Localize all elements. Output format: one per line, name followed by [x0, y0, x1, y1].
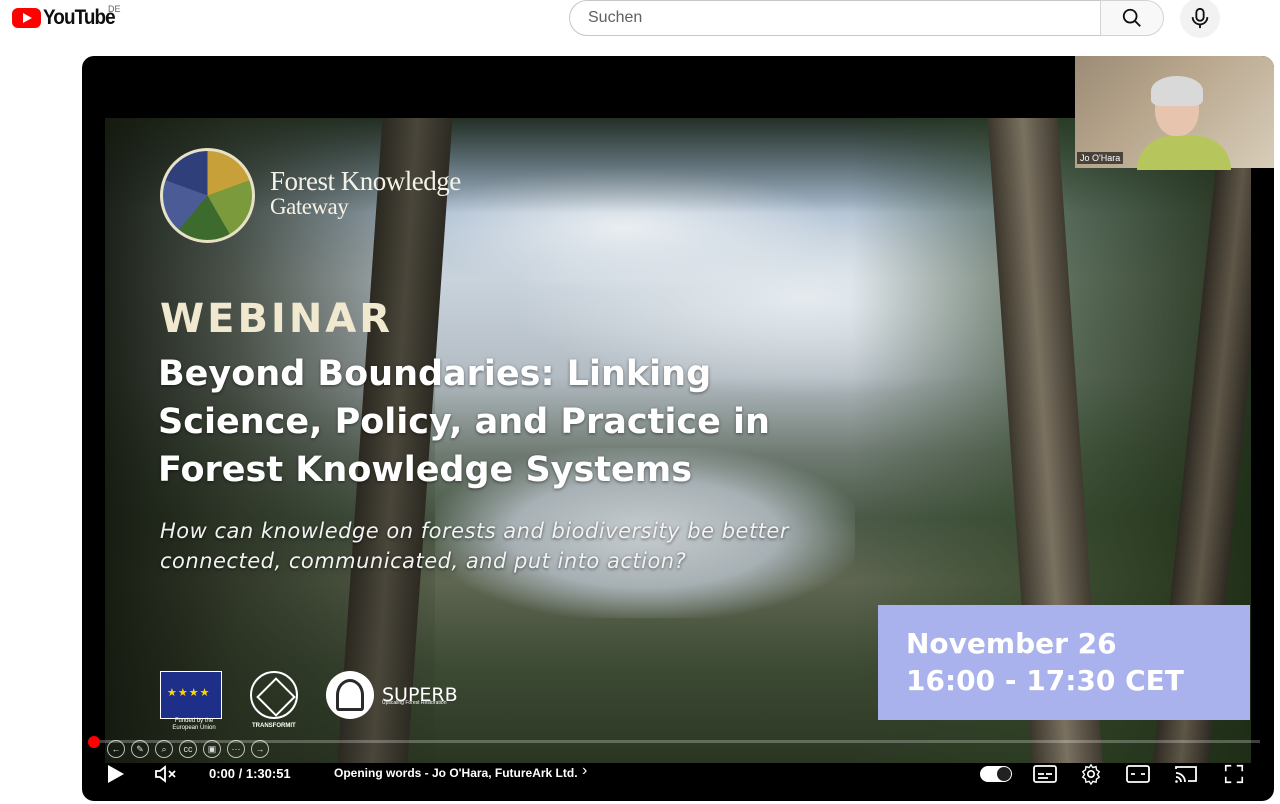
settings-icon — [1081, 763, 1101, 785]
transformit-caption: TRANSFORMIT — [252, 723, 296, 729]
settings-button[interactable] — [1078, 761, 1104, 787]
back-arrow-icon: ← — [107, 740, 125, 758]
search-button[interactable] — [1100, 0, 1164, 36]
chapter-title[interactable]: Opening words - Jo O'Hara, FutureArk Ltd… — [334, 766, 578, 780]
eu-flag-logo: Funded by the European Union — [160, 671, 222, 731]
webinar-headline: Beyond Boundaries: Linking Science, Poli… — [158, 354, 770, 490]
partner-logos: Funded by the European Union TRANSFORMIT… — [160, 671, 458, 731]
pen-icon: ✎ — [131, 740, 149, 758]
subtitles-button[interactable] — [1032, 761, 1058, 787]
video-player[interactable]: Forest Knowledge Gateway WEBINAR Beyond … — [82, 56, 1274, 801]
captions-icon: cc — [179, 740, 197, 758]
logo-line-1: Forest Knowledge — [270, 166, 461, 196]
cast-icon — [1175, 766, 1197, 783]
overlay-toolbar: ← ✎ ⌕ cc ▣ ⋯ → — [107, 740, 269, 758]
time-display: 0:00 / 1:30:51 — [209, 766, 291, 781]
webinar-date: November 26 — [906, 627, 1117, 660]
search-box[interactable] — [569, 0, 1101, 36]
transformit-logo — [250, 671, 298, 719]
theater-mode-icon — [1126, 765, 1150, 783]
speaker-body — [1137, 136, 1231, 170]
zoom-icon: ⌕ — [155, 740, 173, 758]
superb-subtitle: Upscaling Forest Restoration — [382, 700, 447, 706]
mute-icon — [155, 765, 176, 783]
speaker-name: Jo O'Hara — [1077, 152, 1124, 164]
youtube-wordmark: YouTube — [43, 6, 116, 29]
video-frame: Forest Knowledge Gateway WEBINAR Beyond … — [105, 118, 1251, 763]
mute-button[interactable] — [152, 760, 178, 788]
date-box: November 26 16:00 - 17:30 CET — [878, 605, 1250, 720]
camera-icon: ▣ — [203, 740, 221, 758]
search-input[interactable] — [586, 8, 1070, 28]
cast-button[interactable] — [1173, 761, 1199, 787]
fullscreen-icon — [1224, 764, 1244, 784]
fullscreen-button[interactable] — [1221, 761, 1247, 787]
theater-mode-button[interactable] — [1125, 761, 1151, 787]
forest-knowledge-gateway-logo — [160, 148, 255, 243]
forest-knowledge-gateway-name: Forest Knowledge Gateway — [270, 168, 461, 220]
play-button[interactable] — [102, 760, 130, 788]
speaker-hair — [1151, 76, 1203, 106]
more-icon: ⋯ — [227, 740, 245, 758]
search-icon — [1122, 8, 1141, 27]
microphone-icon — [1191, 7, 1209, 29]
eu-caption: Funded by the European Union — [172, 718, 216, 731]
youtube-play-icon — [12, 8, 41, 28]
country-code: DE — [108, 4, 121, 14]
progress-scrubber[interactable] — [88, 736, 100, 748]
subtitles-icon — [1033, 765, 1057, 783]
logo-line-2: Gateway — [270, 194, 349, 219]
youtube-logo[interactable]: YouTube DE — [12, 4, 123, 30]
speaker-webcam: Jo O'Hara — [1075, 56, 1274, 170]
webinar-question: How can knowledge on forests and biodive… — [160, 519, 789, 573]
autoplay-toggle[interactable] — [980, 766, 1012, 782]
voice-search-button[interactable] — [1180, 0, 1220, 38]
webinar-label: WEBINAR — [160, 296, 394, 342]
chevron-right-icon[interactable]: › — [582, 762, 587, 780]
forward-arrow-icon: → — [251, 740, 269, 758]
superb-logo-icon — [326, 671, 374, 719]
webinar-time: 16:00 - 17:30 CET — [906, 664, 1184, 697]
